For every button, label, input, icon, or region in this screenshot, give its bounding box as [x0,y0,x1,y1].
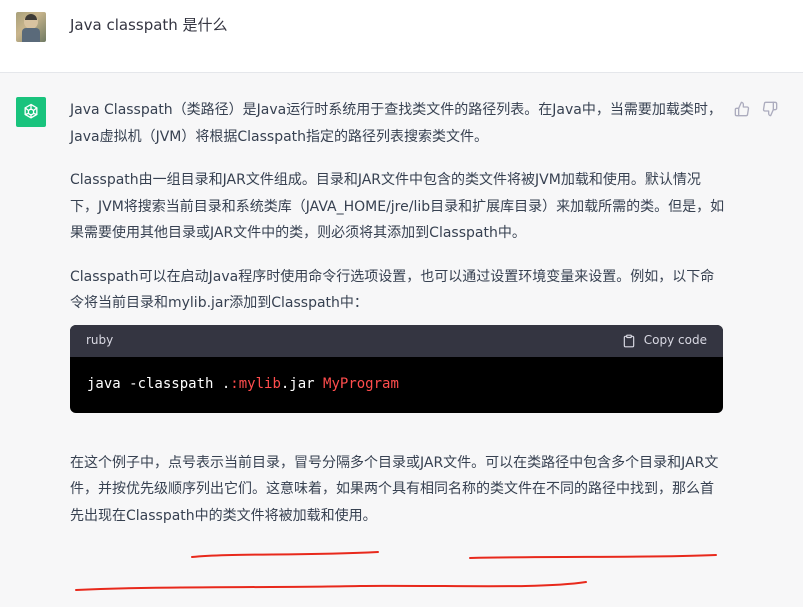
user-message-row: Java classpath 是什么 [0,0,803,73]
user-avatar [16,12,46,42]
copy-code-button[interactable]: Copy code [622,327,707,354]
code-token: :mylib [230,375,281,392]
code-token: .jar [280,375,324,392]
assistant-response: Java Classpath（类路径）是Java运行时系统用于查找类文件的路径列… [70,97,725,546]
thumbs-down-icon[interactable] [762,101,778,117]
underlined-text-priority: 并按优先级顺序列出它们 [98,481,252,497]
clipboard-icon [623,334,635,347]
code-block: ruby Copy code java -classpath .:mylib.j… [70,324,723,413]
thumbs-up-icon[interactable] [734,101,750,117]
code-language-label: ruby [86,333,114,348]
code-content: java -classpath .:mylib.jar MyProgram [70,357,723,412]
code-block-header: ruby Copy code [70,324,723,357]
openai-logo-icon [16,97,46,127]
feedback-actions [734,101,778,117]
code-token: java -classpath [87,375,222,392]
copy-code-label: Copy code [643,333,707,348]
paragraph-4-text: 。这意味着， [252,481,336,497]
response-paragraph-3: Classpath可以在启动Java程序时使用命令行选项设置，也可以通过设置环境… [70,268,715,312]
response-paragraph-2: Classpath由一组目录和JAR文件组成。目录和JAR文件中包含的类文件将被… [70,172,725,241]
response-paragraph-1: Java Classpath（类路径）是Java运行时系统用于查找类文件的路径列… [70,102,722,145]
paragraph-4-text: 。 [362,507,377,524]
user-question: Java classpath 是什么 [70,16,228,34]
response-paragraph-4: 在这个例子中，点号表示当前目录，冒号分隔多个目录或JAR文件。可以在类路径中包含… [70,450,725,530]
code-token: MyProgram [323,375,399,392]
assistant-message-row: Java Classpath（类路径）是Java运行时系统用于查找类文件的路径列… [0,73,803,607]
